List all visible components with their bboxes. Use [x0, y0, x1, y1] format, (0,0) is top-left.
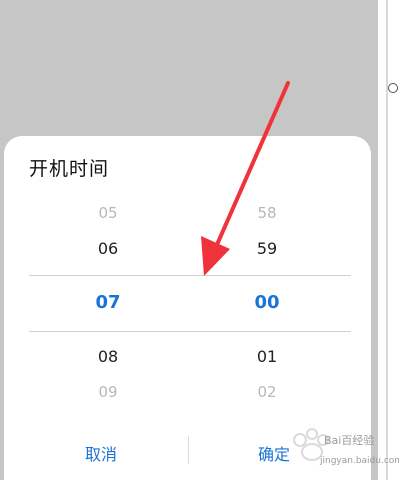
watermark-url: jingyan.baidu.com	[320, 456, 399, 466]
annotation-arrow-icon	[201, 81, 290, 276]
watermark-brand: Bai百经验	[324, 434, 375, 447]
